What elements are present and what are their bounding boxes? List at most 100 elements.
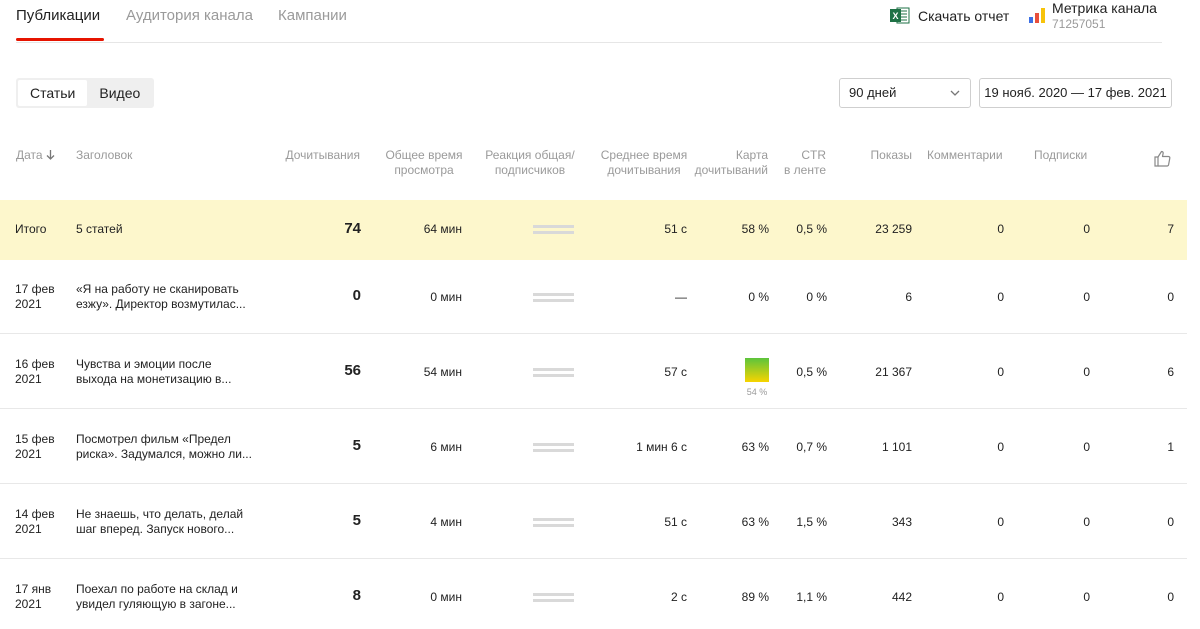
row-likes: 1: [1167, 440, 1174, 454]
total-comments: 0: [997, 222, 1004, 236]
header-date[interactable]: Дата: [16, 148, 55, 163]
period-select-value: 90 дней: [849, 85, 897, 100]
total-label: Итого: [15, 222, 47, 236]
svg-text:X: X: [892, 11, 898, 21]
row-comments: 0: [997, 365, 1004, 379]
row-date: 14 фев 2021: [15, 507, 55, 536]
row-likes: 0: [1167, 515, 1174, 529]
date-range-picker[interactable]: 19 нояб. 2020 — 17 фев. 2021: [979, 78, 1172, 108]
row-reads: 5: [352, 512, 361, 529]
row-reaction-placeholder: [533, 593, 574, 605]
row-likes: 0: [1167, 590, 1174, 604]
row-avg-time: 51 с: [664, 515, 687, 529]
row-subscriptions: 0: [1083, 290, 1090, 304]
header-title: Заголовок: [76, 148, 133, 162]
segment-articles[interactable]: Статьи: [18, 80, 88, 106]
row-avg-time: 57 с: [664, 365, 687, 379]
total-read-map: 58 %: [741, 222, 769, 236]
header-comments[interactable]: Комментарии: [927, 148, 1003, 163]
row-ctr: 0,5 %: [796, 365, 827, 379]
row-total-time: 0 мин: [430, 290, 462, 304]
content-type-switch: Статьи Видео: [16, 78, 155, 108]
header-read-map[interactable]: Карта дочитываний: [686, 148, 768, 178]
row-avg-time: —: [675, 290, 687, 304]
table-row[interactable]: 17 янв 2021 Поехал по работе на склад и ув…: [0, 560, 1187, 629]
header-reads[interactable]: Дочитывания: [270, 148, 361, 163]
metrika-link[interactable]: Метрика канала 71257051: [1028, 0, 1157, 32]
row-reads: 56: [344, 362, 361, 379]
sort-arrow-down-icon: [46, 150, 55, 160]
row-shows: 6: [905, 290, 912, 304]
row-shows: 1 101: [881, 440, 912, 454]
row-subscriptions: 0: [1083, 365, 1090, 379]
row-reads: 8: [352, 587, 361, 604]
total-likes: 7: [1167, 222, 1174, 236]
total-avg-time: 51 с: [664, 222, 687, 236]
read-map-heat-label: 54 %: [746, 387, 768, 397]
row-likes: 6: [1167, 365, 1174, 379]
segment-video[interactable]: Видео: [87, 80, 152, 106]
row-likes: 0: [1167, 290, 1174, 304]
row-comments: 0: [997, 515, 1004, 529]
tab-audience[interactable]: Аудитория канала: [126, 7, 253, 24]
row-date: 17 янв 2021: [15, 582, 52, 611]
metrika-title: Метрика канала: [1052, 0, 1157, 16]
row-read-map: 89 %: [741, 590, 769, 604]
total-ctr: 0,5 %: [796, 222, 827, 236]
total-reaction-placeholder: [533, 225, 574, 237]
row-title-link[interactable]: Чувства и эмоции после выхода на монетиза…: [76, 357, 272, 387]
row-shows: 21 367: [875, 365, 912, 379]
chevron-down-icon: [950, 90, 960, 96]
row-read-map: 63 %: [741, 515, 769, 529]
stats-page: Публикации Аудитория канала Кампании X С…: [0, 0, 1200, 629]
row-shows: 442: [891, 590, 912, 604]
table-row[interactable]: 14 фев 2021 Не знаешь, что делать, делай ш…: [0, 485, 1187, 559]
download-report-label: Скачать отчет: [918, 7, 1010, 24]
row-read-map: 0 %: [748, 290, 769, 304]
table-row[interactable]: 15 фев 2021 Посмотрел фильм «Предел риска»…: [0, 410, 1187, 484]
row-shows: 343: [891, 515, 912, 529]
thumbs-up-icon[interactable]: [1154, 150, 1171, 167]
row-title-link[interactable]: «Я на работу не сканировать езжу». Директ…: [76, 282, 272, 312]
tab-campaigns[interactable]: Кампании: [278, 7, 347, 24]
top-nav: Публикации Аудитория канала Кампании X С…: [16, 0, 1162, 43]
period-select[interactable]: 90 дней: [839, 78, 971, 108]
header-total-time[interactable]: Общее время просмотра: [376, 148, 472, 178]
metrika-id: 71257051: [1052, 17, 1106, 31]
row-comments: 0: [997, 590, 1004, 604]
row-reaction-placeholder: [533, 368, 574, 380]
row-date: 15 фев 2021: [15, 432, 55, 461]
row-title-link[interactable]: Поехал по работе на склад и увидел гуляющ…: [76, 582, 272, 612]
row-reads: 0: [352, 287, 361, 304]
table-row[interactable]: 16 фев 2021 Чувства и эмоции после выхода …: [0, 335, 1187, 409]
row-title-link[interactable]: Посмотрел фильм «Предел риска». Задумался…: [76, 432, 272, 462]
row-total-time: 6 мин: [430, 440, 462, 454]
excel-icon: X: [890, 7, 910, 24]
header-avg-time[interactable]: Среднее время дочитывания: [596, 148, 692, 178]
row-title-link[interactable]: Не знаешь, что делать, делай шаг вперед. …: [76, 507, 272, 537]
row-total-time: 4 мин: [430, 515, 462, 529]
row-read-map: 63 %: [741, 440, 769, 454]
table-row[interactable]: 17 фев 2021 «Я на работу не сканировать ез…: [0, 260, 1187, 334]
read-map-heat-bar[interactable]: [745, 358, 769, 382]
row-subscriptions: 0: [1083, 440, 1090, 454]
row-ctr: 0,7 %: [796, 440, 827, 454]
total-reads: 74: [344, 220, 361, 237]
total-subscriptions: 0: [1083, 222, 1090, 236]
header-subscriptions[interactable]: Подписки: [1034, 148, 1087, 163]
header-shows[interactable]: Показы: [846, 148, 912, 163]
header-reaction[interactable]: Реакция общая/ подписчиков: [480, 148, 580, 178]
header-ctr[interactable]: CTR в ленте: [770, 148, 826, 178]
download-report-button[interactable]: X Скачать отчет: [890, 7, 1009, 24]
row-ctr: 1,5 %: [796, 515, 827, 529]
metrika-icon: [1029, 8, 1045, 23]
active-tab-indicator: [16, 38, 104, 41]
tab-publications[interactable]: Публикации: [16, 7, 100, 24]
row-subscriptions: 0: [1083, 515, 1090, 529]
row-avg-time: 2 с: [670, 590, 687, 604]
row-ctr: 0 %: [806, 290, 827, 304]
row-reaction-placeholder: [533, 293, 574, 305]
row-reads: 5: [352, 437, 361, 454]
row-reaction-placeholder: [533, 443, 574, 455]
row-avg-time: 1 мин 6 с: [636, 440, 687, 454]
